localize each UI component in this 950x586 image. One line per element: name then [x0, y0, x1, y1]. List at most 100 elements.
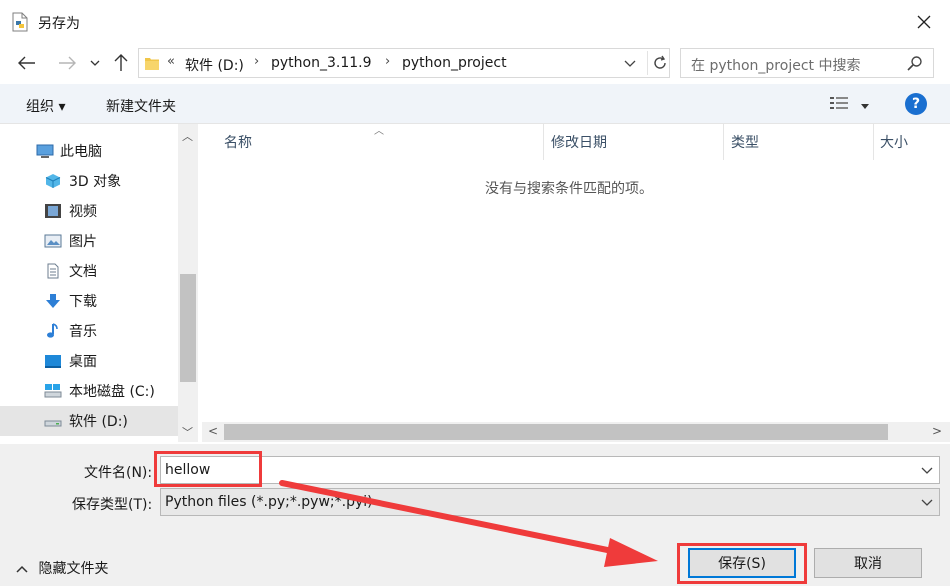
search-placeholder: 在 python_project 中搜索 — [691, 58, 861, 74]
column-label: 名称 — [224, 135, 252, 151]
title-bar: 另存为 — [0, 0, 950, 44]
picture-icon — [44, 233, 62, 249]
chevron-down-icon — [90, 60, 100, 66]
nav-label: 此电脑 — [60, 144, 102, 160]
nav-label: 视频 — [69, 204, 97, 220]
column-header-type[interactable]: 类型 — [709, 124, 859, 160]
nav-label: 本地磁盘 (C:) — [69, 384, 155, 400]
column-header-name[interactable]: 名称 — [202, 124, 542, 160]
arrow-right-icon — [59, 56, 76, 70]
breadcrumb-separator: › — [254, 54, 260, 69]
navigation-bar: « 软件 (D:) › python_3.11.9 › python_proje… — [0, 44, 950, 84]
save-type-value: Python files (*.py;*.pyw;*.pyi) — [165, 494, 373, 510]
download-icon — [44, 293, 62, 309]
desktop-icon — [44, 353, 62, 369]
scroll-up-icon[interactable]: ︿ — [182, 128, 193, 144]
recent-locations-button[interactable] — [84, 50, 106, 76]
chevron-up-icon — [16, 565, 28, 573]
filename-label: 文件名(N): — [84, 465, 153, 481]
view-options-icon[interactable] — [830, 96, 848, 114]
column-header-size[interactable]: 大小 — [858, 124, 948, 160]
column-label: 大小 — [880, 135, 908, 151]
scroll-right-icon[interactable]: > — [932, 424, 942, 438]
nav-item-documents[interactable]: 文档 — [0, 256, 178, 286]
annotation-highlight-filename — [154, 451, 262, 487]
command-toolbar: 组织 ▾ 新建文件夹 ? — [0, 84, 950, 124]
document-icon — [44, 263, 62, 279]
filename-history-dropdown[interactable] — [921, 463, 933, 479]
address-bar[interactable]: « 软件 (D:) › python_3.11.9 › python_proje… — [138, 48, 670, 78]
nav-item-local-disk-c[interactable]: 本地磁盘 (C:) — [0, 376, 178, 406]
save-type-dropdown[interactable] — [921, 495, 933, 511]
drive-c-icon — [44, 383, 62, 399]
hide-folders-toggle[interactable]: 隐藏文件夹 — [16, 558, 108, 578]
folder-icon — [145, 55, 159, 71]
annotation-highlight-save-button — [677, 543, 807, 584]
breadcrumb-overflow[interactable]: « — [167, 54, 175, 69]
hide-folders-label: 隐藏文件夹 — [38, 561, 109, 577]
back-button[interactable] — [14, 50, 40, 76]
cube-3d-icon — [44, 173, 62, 189]
chevron-down-icon — [624, 60, 636, 67]
column-label: 修改日期 — [551, 135, 607, 151]
python-file-icon — [12, 12, 28, 32]
nav-item-software-d[interactable]: 软件 (D:) — [0, 406, 178, 436]
save-type-select[interactable]: Python files (*.py;*.pyw;*.pyi) — [160, 488, 940, 516]
file-list-horizontal-scrollbar[interactable]: < > — [202, 422, 950, 442]
nav-item-this-pc[interactable]: 此电脑 — [0, 136, 178, 166]
nav-label: 图片 — [69, 234, 97, 250]
breadcrumb-python-project[interactable]: python_project — [402, 55, 507, 71]
chevron-down-icon — [921, 499, 933, 506]
refresh-button[interactable] — [647, 51, 671, 75]
nav-item-3d-objects[interactable]: 3D 对象 — [0, 166, 178, 196]
scroll-left-icon[interactable]: < — [208, 424, 218, 438]
save-type-label: 保存类型(T): — [72, 497, 153, 513]
breadcrumb-separator: › — [385, 54, 391, 69]
forward-button[interactable] — [54, 50, 80, 76]
scroll-down-icon[interactable]: ﹀ — [182, 424, 193, 440]
nav-item-music[interactable]: 音乐 — [0, 316, 178, 346]
view-dropdown-button[interactable] — [860, 98, 870, 114]
refresh-icon — [653, 55, 666, 69]
nav-label: 软件 (D:) — [69, 414, 128, 430]
address-dropdown-button[interactable] — [624, 56, 636, 72]
empty-results-message: 没有与搜索条件匹配的项。 — [485, 181, 653, 197]
nav-pane-scrollbar[interactable]: ︿ ﹀ — [178, 124, 198, 442]
cancel-button[interactable]: 取消 — [814, 548, 922, 578]
drive-d-icon — [44, 413, 62, 429]
music-icon — [44, 323, 62, 339]
nav-label: 3D 对象 — [69, 174, 122, 190]
nav-label: 音乐 — [69, 324, 97, 340]
file-list: ︿ 名称 修改日期 类型 大小 没有与搜索条件匹配的项。 < > — [202, 124, 950, 442]
video-icon — [44, 203, 62, 219]
close-icon — [917, 15, 931, 29]
save-as-dialog: 另存为 « 软件 (D:) › python_3.11.9 › python_p — [0, 0, 950, 586]
search-input[interactable]: 在 python_project 中搜索 — [680, 48, 934, 78]
organize-menu[interactable]: 组织 ▾ — [26, 96, 65, 116]
nav-label: 桌面 — [69, 354, 97, 370]
scrollbar-thumb[interactable] — [224, 424, 888, 440]
new-folder-button[interactable]: 新建文件夹 — [106, 96, 176, 116]
scrollbar-thumb[interactable] — [180, 274, 196, 382]
nav-item-videos[interactable]: 视频 — [0, 196, 178, 226]
up-button[interactable] — [108, 50, 134, 76]
help-button[interactable]: ? — [905, 93, 927, 115]
chevron-down-icon — [921, 467, 933, 474]
nav-item-pictures[interactable]: 图片 — [0, 226, 178, 256]
breadcrumb-python-3-11-9[interactable]: python_3.11.9 — [271, 55, 372, 71]
filename-input[interactable]: hellow — [160, 456, 940, 484]
close-button[interactable] — [904, 7, 944, 37]
arrow-left-icon — [18, 56, 35, 70]
nav-item-downloads[interactable]: 下载 — [0, 286, 178, 316]
computer-icon — [36, 143, 54, 159]
nav-item-desktop[interactable]: 桌面 — [0, 346, 178, 376]
nav-label: 下载 — [69, 294, 97, 310]
arrow-up-icon — [114, 54, 128, 71]
navigation-pane: 此电脑 3D 对象 视频 图片 文档 下载 音乐 桌面 本地磁盘 (C:) 软件… — [0, 124, 200, 442]
search-icon — [907, 55, 923, 75]
nav-label: 文档 — [69, 264, 97, 280]
window-title: 另存为 — [38, 16, 80, 32]
column-header-date-modified[interactable]: 修改日期 — [529, 124, 709, 160]
column-label: 类型 — [731, 135, 759, 151]
breadcrumb-drive-d[interactable]: 软件 (D:) — [185, 55, 244, 75]
